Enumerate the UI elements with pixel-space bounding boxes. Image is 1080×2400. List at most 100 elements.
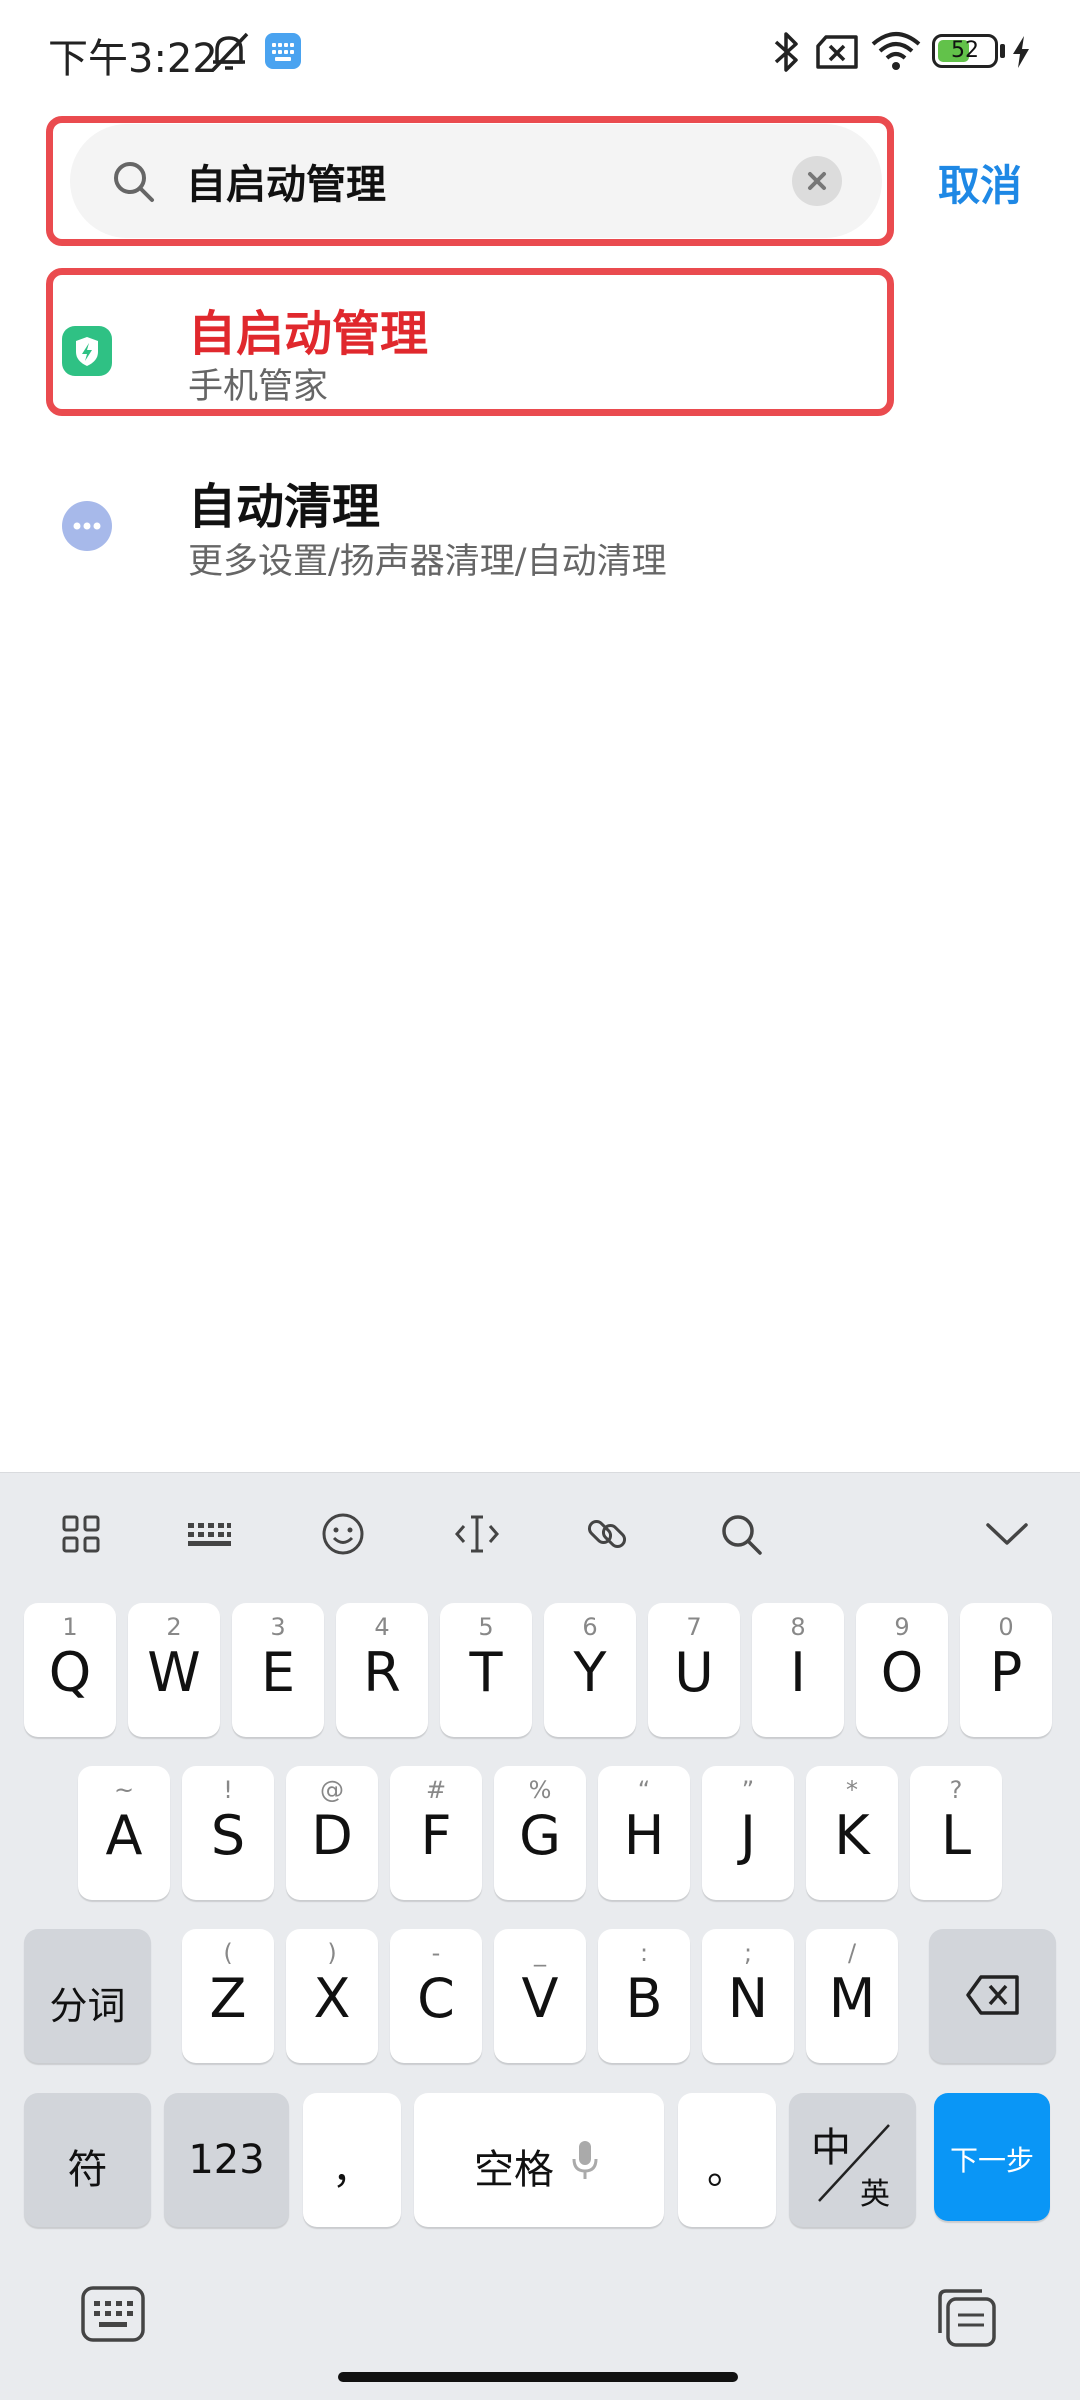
key-label: L [940,1804,972,1867]
key-s[interactable]: ! S [182,1766,274,1900]
period-key[interactable]: 。 [678,2093,776,2227]
key-label: A [105,1804,143,1867]
key-y[interactable]: 6Y [544,1603,636,1737]
key-label: M [828,1967,876,2030]
key-z[interactable]: (Z [182,1929,274,2063]
key-hint: % [528,1776,552,1804]
result-subtitle: 更多设置/扬声器清理/自动清理 [188,542,667,582]
link-icon[interactable] [584,1511,630,1557]
key-label: I [790,1641,806,1704]
key-hint: 1 [62,1613,78,1641]
key-r[interactable]: 4R [336,1603,428,1737]
symbol-key[interactable]: 符 [24,2093,151,2227]
symbol-key-label: 符 [67,2147,108,2193]
key-label: O [880,1641,924,1704]
more-dots-icon [73,522,101,530]
comma-key[interactable]: ， [303,2093,401,2227]
microphone-icon [572,2141,598,2179]
key-k[interactable]: * K [806,1766,898,1900]
key-hint: ? [949,1776,963,1804]
key-label: Q [48,1641,92,1704]
key-hint: ! [223,1776,233,1804]
numbers-key[interactable]: 123 [164,2093,289,2227]
key-hint: * [846,1776,858,1804]
emoji-icon[interactable] [320,1511,366,1557]
home-indicator[interactable] [338,2372,738,2382]
result-item-auto-clean[interactable]: 自动清理 更多设置/扬声器清理/自动清理 [0,445,1080,595]
battery-level: 52 [951,38,979,63]
cancel-button[interactable]: 取消 [938,152,1022,213]
keyboard: 1Q2W3E4R5T6Y7U8I9O0P ~ A! S @ D # F% G “H” J * K? L … [0,1472,1080,2400]
next-key-label: 下一步 [949,2144,1034,2177]
mute-bell-icon [211,32,249,72]
key-hint: ) [327,1939,337,1967]
key-label: V [521,1967,559,2030]
key-v[interactable]: _ V [494,1929,586,2063]
key-i[interactable]: 8I [752,1603,844,1737]
key-label: X [313,1967,351,2030]
keyboard-switch-icon[interactable] [80,2285,146,2343]
key-hint: “ [637,1776,651,1804]
key-hint: ~ [113,1776,135,1804]
key-j[interactable]: ” J [702,1766,794,1900]
key-b[interactable]: :B [598,1929,690,2063]
clipboard-icon[interactable] [934,2285,998,2349]
language-switch-key[interactable]: 中 英 [789,2093,916,2227]
key-c[interactable]: -C [390,1929,482,2063]
charging-icon [1013,36,1029,68]
key-d[interactable]: @ D [286,1766,378,1900]
key-f[interactable]: # F [390,1766,482,1900]
more-settings-icon [62,501,112,551]
key-label: F [420,1804,452,1867]
key-hint: 8 [790,1613,806,1641]
numbers-key-label: 123 [188,2137,265,2183]
key-w[interactable]: 2W [128,1603,220,1737]
backspace-icon [966,1975,1019,2015]
key-label: T [469,1641,503,1704]
result-highlight-frame [46,268,894,416]
key-label: R [363,1641,401,1704]
key-x[interactable]: ) X [286,1929,378,2063]
key-l[interactable]: ? L [910,1766,1002,1900]
key-label: U [674,1641,714,1704]
key-hint: 9 [894,1613,910,1641]
space-key[interactable]: 空格 [414,2093,664,2227]
key-t[interactable]: 5T [440,1603,532,1737]
key-n[interactable]: ; N [702,1929,794,2063]
collapse-keyboard-icon[interactable] [984,1511,1030,1557]
key-g[interactable]: % G [494,1766,586,1900]
key-label: Z [209,1967,247,2030]
key-hint: : [639,1939,649,1967]
language-divider [818,2124,890,2202]
key-e[interactable]: 3E [232,1603,324,1737]
keyboard-toolbar [0,1473,1080,1591]
key-a[interactable]: ~ A [78,1766,170,1900]
key-label: C [417,1967,455,2030]
key-label: Y [573,1641,607,1704]
key-hint: ” [741,1776,755,1804]
key-label: S [210,1804,246,1867]
key-o[interactable]: 9O [856,1603,948,1737]
key-q[interactable]: 1Q [24,1603,116,1737]
key-hint: 3 [270,1613,286,1641]
key-hint: # [425,1776,447,1804]
grid-menu-icon[interactable] [58,1511,104,1557]
period-key-label: 。 [707,2147,747,2193]
result-title: 自动清理 [188,479,381,535]
key-hint: ( [223,1939,233,1967]
key-hint: 2 [166,1613,182,1641]
key-label: J [740,1804,756,1867]
key-u[interactable]: 7U [648,1603,740,1737]
keyboard-layout-icon[interactable] [186,1511,232,1557]
backspace-key[interactable] [929,1929,1056,2063]
key-p[interactable]: 0P [960,1603,1052,1737]
key-h[interactable]: “H [598,1766,690,1900]
key-label: E [260,1641,296,1704]
search-icon[interactable] [718,1511,764,1557]
key-hint: 6 [582,1613,598,1641]
key-hint: - [431,1939,441,1967]
key-m[interactable]: / M [806,1929,898,2063]
cursor-move-icon[interactable] [454,1511,500,1557]
segment-key[interactable]: 分词 [24,1929,151,2063]
next-key[interactable]: 下一步 [934,2093,1050,2221]
